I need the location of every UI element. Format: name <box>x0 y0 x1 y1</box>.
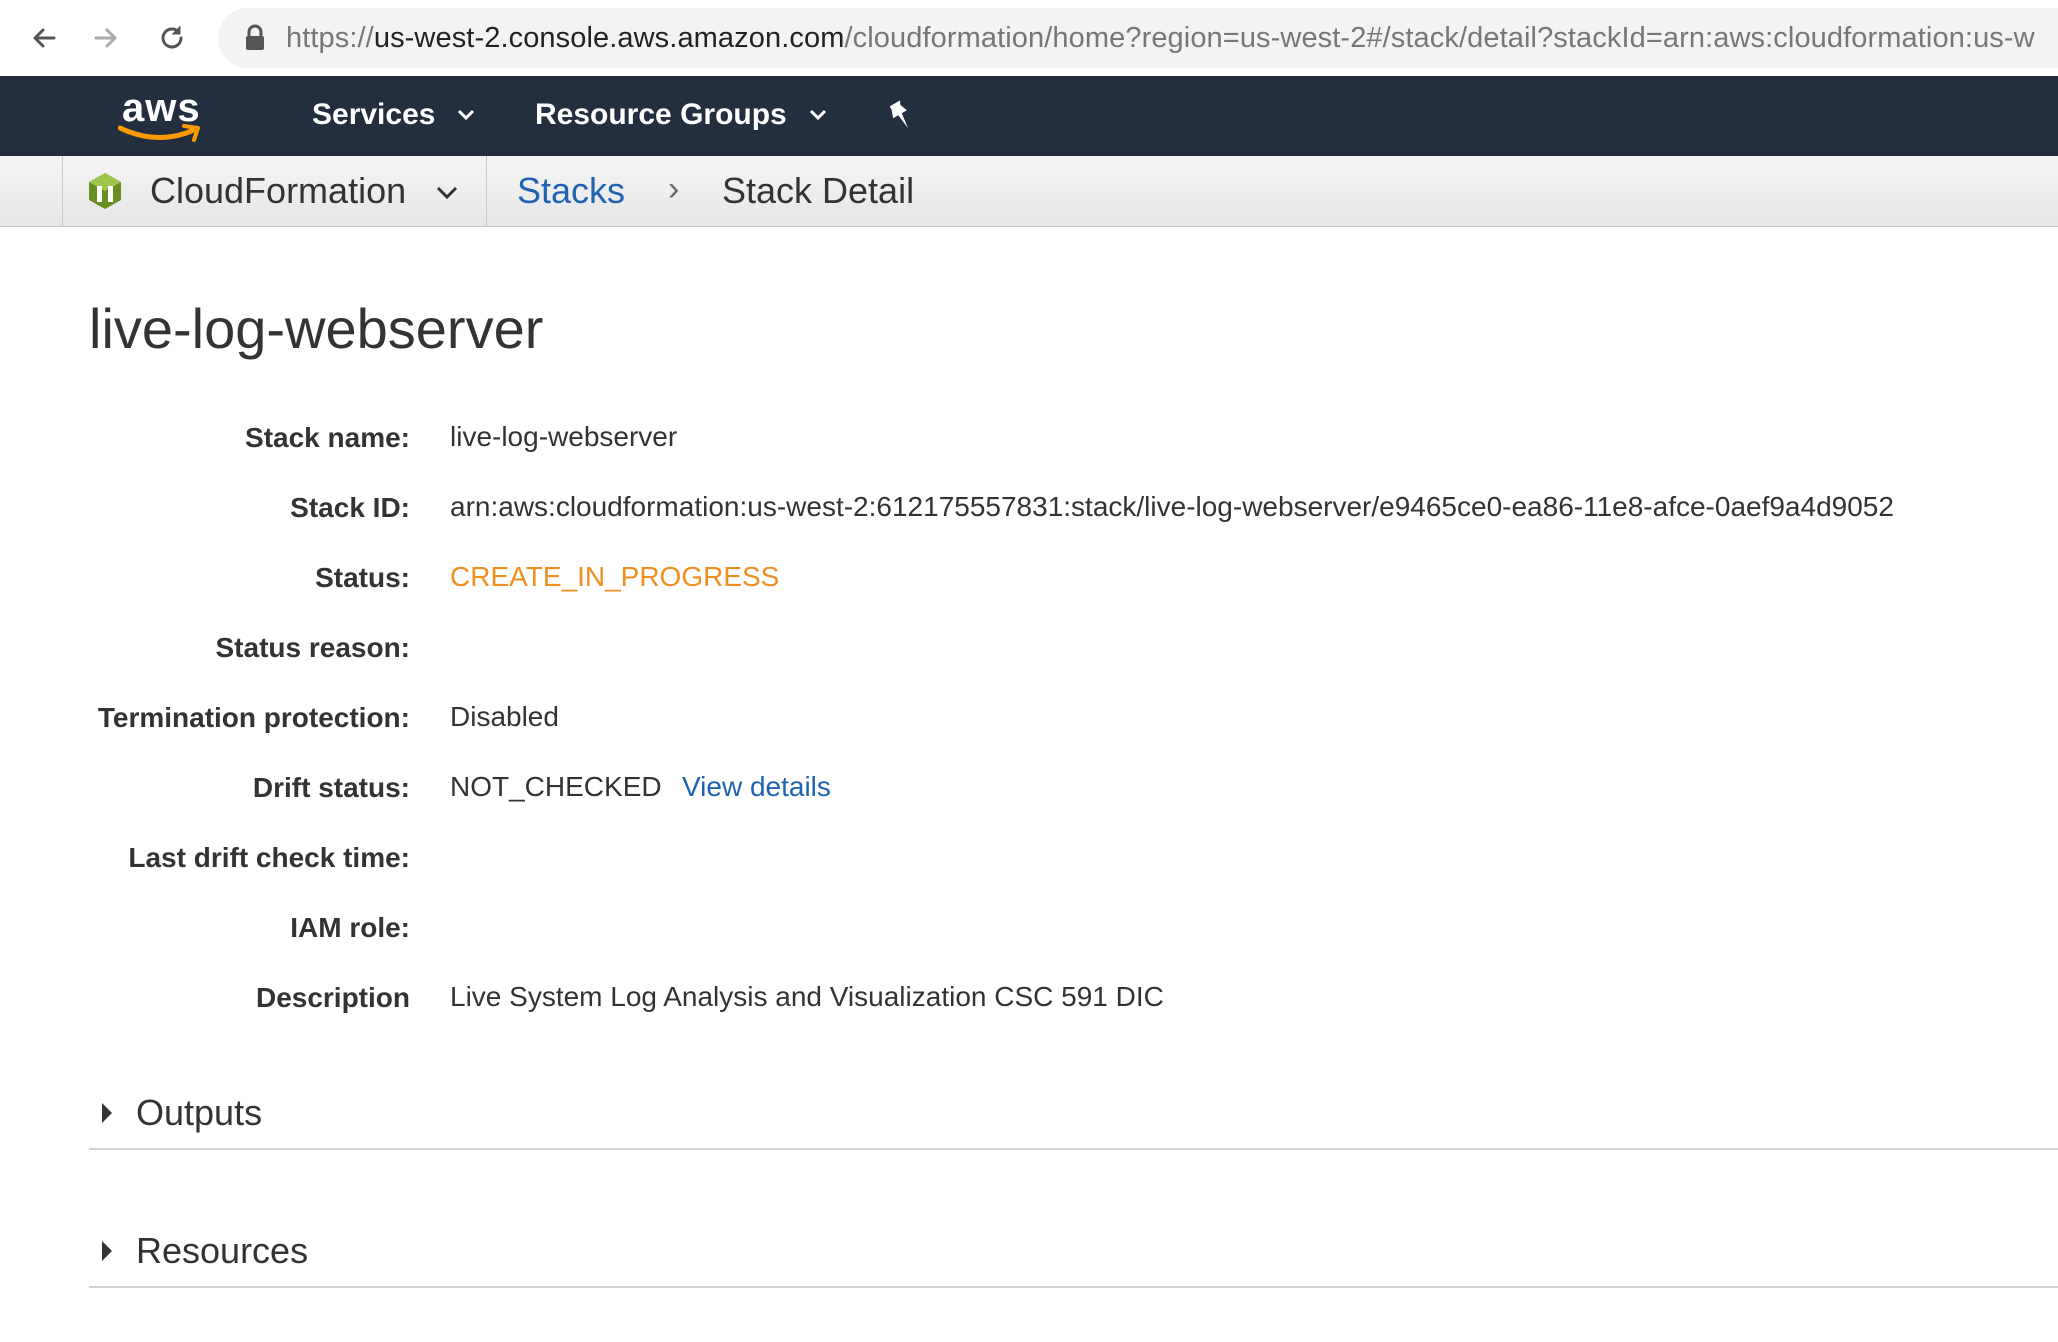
outputs-section-label: Outputs <box>136 1092 263 1133</box>
detail-row-stack-name: Stack name: live-log-webserver <box>0 421 2058 462</box>
view-details-link[interactable]: View details <box>682 771 831 803</box>
breadcrumb-current: Stack Detail <box>722 170 915 211</box>
address-bar[interactable]: https://us-west-2.console.aws.amazon.com… <box>218 8 2058 68</box>
detail-row-drift-status: Drift status: NOT_CHECKED View details <box>0 771 2058 812</box>
service-subnav: CloudFormation Stacks › Stack Detail <box>0 156 2058 227</box>
pin-icon[interactable] <box>886 100 916 132</box>
breadcrumb-separator: › <box>668 170 680 208</box>
breadcrumb-stacks-link[interactable]: Stacks <box>517 170 625 212</box>
drift-status-value: NOT_CHECKED <box>450 771 662 802</box>
status-label: Status: <box>315 562 410 593</box>
termination-protection-label: Termination protection: <box>97 702 410 733</box>
detail-row-stack-id: Stack ID: arn:aws:cloudformation:us-west… <box>0 491 2058 532</box>
detail-row-description: Description Live System Log Analysis and… <box>0 981 2058 1022</box>
termination-protection-value: Disabled <box>450 701 559 732</box>
aws-top-navbar: aws Services Resource Groups <box>0 76 2058 156</box>
cloudformation-icon <box>89 173 121 209</box>
caret-right-icon <box>102 1103 112 1123</box>
browser-toolbar: https://us-west-2.console.aws.amazon.com… <box>0 0 2058 77</box>
chevron-down-icon[interactable] <box>436 186 458 200</box>
url-host: us-west-2.console.aws.amazon.com <box>373 21 845 54</box>
reload-icon[interactable] <box>148 14 196 62</box>
description-value: Live System Log Analysis and Visualizati… <box>450 981 1164 1012</box>
outputs-section-toggle[interactable]: Outputs <box>89 1092 2058 1150</box>
detail-row-last-drift-check: Last drift check time: <box>0 842 2058 882</box>
description-label: Description <box>255 982 410 1013</box>
detail-row-status: Status: CREATE_IN_PROGRESS <box>0 561 2058 602</box>
resources-section-toggle[interactable]: Resources <box>89 1230 2058 1288</box>
divider <box>62 156 63 226</box>
last-drift-check-label: Last drift check time: <box>128 842 410 873</box>
drift-status-label: Drift status: <box>252 772 410 803</box>
status-value: CREATE_IN_PROGRESS <box>450 561 780 592</box>
divider <box>486 156 487 226</box>
iam-role-label: IAM role: <box>290 912 410 943</box>
detail-row-iam-role: IAM role: <box>0 912 2058 952</box>
page-title: live-log-webserver <box>89 297 544 360</box>
resources-section-label: Resources <box>136 1230 309 1271</box>
lock-icon <box>246 24 264 50</box>
url-scheme: https:// <box>286 21 374 54</box>
chevron-down-icon <box>809 109 826 121</box>
detail-row-status-reason: Status reason: <box>0 632 2058 672</box>
aws-logo[interactable]: aws <box>118 86 204 144</box>
aws-smile-icon <box>118 124 200 142</box>
services-label: Services <box>312 98 436 131</box>
chevron-down-icon <box>458 109 475 121</box>
url-path: /cloudformation/home?region=us-west-2#/s… <box>844 21 2035 54</box>
services-menu[interactable]: Services <box>312 98 475 132</box>
stack-id-value: arn:aws:cloudformation:us-west-2:6121755… <box>450 491 1894 522</box>
forward-icon[interactable] <box>82 14 130 62</box>
status-reason-label: Status reason: <box>215 632 411 663</box>
stack-name-value: live-log-webserver <box>450 421 678 452</box>
caret-right-icon <box>102 1241 112 1261</box>
resource-groups-label: Resource Groups <box>535 98 787 131</box>
detail-row-termination-protection: Termination protection: Disabled <box>0 701 2058 742</box>
resource-groups-menu[interactable]: Resource Groups <box>535 98 827 132</box>
service-switcher[interactable]: CloudFormation <box>150 170 406 212</box>
stack-id-label: Stack ID: <box>290 492 410 523</box>
url-text: https://us-west-2.console.aws.amazon.com… <box>286 22 2035 55</box>
stack-name-label: Stack name: <box>245 422 410 453</box>
back-icon[interactable] <box>20 14 68 62</box>
